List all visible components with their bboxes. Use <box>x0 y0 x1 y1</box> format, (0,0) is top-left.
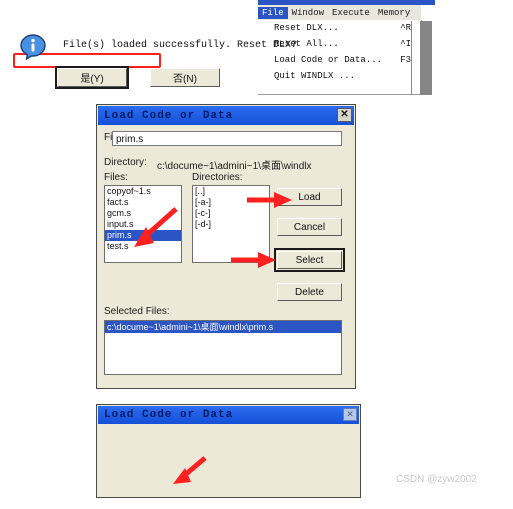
dialog-title-bar: Load Code or Data ✕ <box>98 406 359 424</box>
info-icon <box>20 34 46 60</box>
list-item[interactable]: input.s <box>105 219 181 230</box>
no-button[interactable]: 否(N) <box>150 68 220 87</box>
list-item[interactable]: [-d-] <box>193 219 269 230</box>
delete-button[interactable]: Delete <box>277 283 342 301</box>
list-item[interactable]: fact.s <box>105 197 181 208</box>
list-item[interactable]: test.s <box>105 241 181 252</box>
file-menu-dropdown: Reset DLX... ^R Reset All... ^I Load Cod… <box>258 20 422 95</box>
menu-option-label: Reset DLX... <box>274 23 339 33</box>
selected-files-label: Selected Files: <box>104 306 170 317</box>
close-icon[interactable]: ✕ <box>337 108 352 122</box>
list-item-selected[interactable]: c:\docume~1\admini~1\桌面\windlx\prim.s <box>105 321 341 333</box>
dialog-title: Load Code or Data <box>104 409 234 421</box>
menu-option-load-code-or-data[interactable]: Load Code or Data... F3 <box>258 52 421 68</box>
selected-files-listbox[interactable]: c:\docume~1\admini~1\桌面\windlx\prim.s <box>104 320 342 375</box>
files-label: Files: <box>104 172 128 183</box>
directory-label: Directory: <box>104 157 147 168</box>
dialog-title-bar: Load Code or Data ✕ <box>98 106 354 125</box>
menu-option-accelerator: F3 <box>400 55 411 65</box>
list-item-selected[interactable]: prim.s <box>105 230 181 241</box>
list-item[interactable]: [..] <box>193 186 269 197</box>
files-listbox[interactable]: copyof~1.s fact.s gcm.s input.s prim.s t… <box>104 185 182 263</box>
directories-label: Directories: <box>192 172 243 183</box>
menu-bar: File Window Execute Memory <box>258 5 421 21</box>
vertical-scrollbar[interactable] <box>420 21 432 95</box>
window-right-edge <box>411 21 412 95</box>
menu-item-file[interactable]: File <box>258 6 288 19</box>
filename-input[interactable]: prim.s <box>112 131 342 146</box>
load-button[interactable]: Load <box>277 188 342 206</box>
dialog-title: Load Code or Data <box>104 109 234 122</box>
list-item[interactable]: gcm.s <box>105 208 181 219</box>
list-item[interactable]: copyof~1.s <box>105 186 181 197</box>
menu-item-memory[interactable]: Memory <box>374 7 414 19</box>
watermark: CSDN @zyw2002 <box>396 474 477 485</box>
list-item[interactable]: [-c-] <box>193 208 269 219</box>
close-icon[interactable]: ✕ <box>343 408 357 421</box>
menu-option-quit-windlx[interactable]: Quit WINDLX ... <box>258 68 421 84</box>
yes-button[interactable]: 是(Y) <box>57 68 127 87</box>
menu-option-accelerator: ^I <box>400 39 411 49</box>
menu-option-label: Quit WINDLX ... <box>274 71 356 81</box>
cancel-button[interactable]: Cancel <box>277 218 342 236</box>
list-item[interactable]: [-a-] <box>193 197 269 208</box>
menu-option-label: Load Code or Data... <box>274 55 383 65</box>
directories-listbox[interactable]: [..] [-a-] [-c-] [-d-] <box>192 185 270 263</box>
menu-item-execute[interactable]: Execute <box>328 7 374 19</box>
message-text: File(s) loaded successfully. Reset DLX? <box>63 40 298 51</box>
select-button[interactable]: Select <box>277 251 342 269</box>
menu-option-accelerator: ^R <box>400 23 411 33</box>
menu-item-window[interactable]: Window <box>288 7 328 19</box>
message-dialog: Load Code or Data ✕ <box>96 404 361 498</box>
directory-value: c:\docume~1\admini~1\桌面\windlx <box>157 161 312 172</box>
menu-option-reset-dlx[interactable]: Reset DLX... ^R <box>258 20 421 36</box>
